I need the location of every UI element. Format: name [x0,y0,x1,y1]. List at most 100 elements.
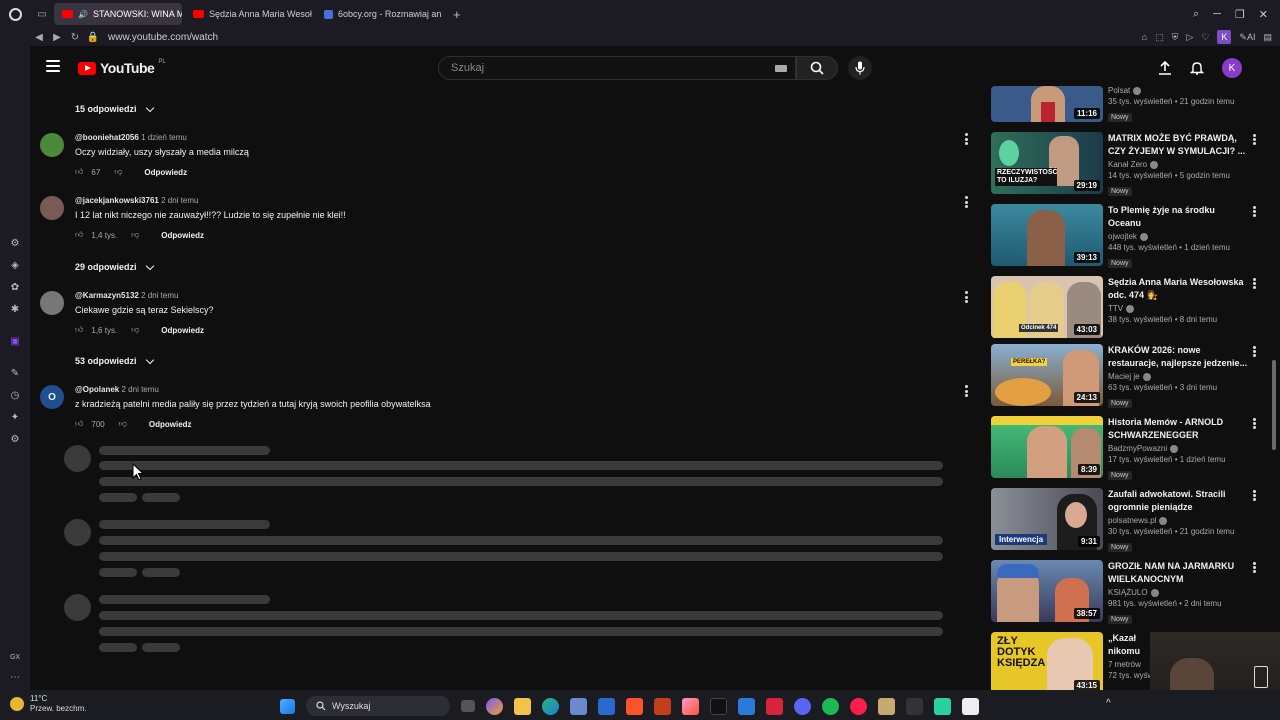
voice-search-button[interactable] [848,56,872,80]
view-replies-button[interactable]: 29 odpowiedzi [75,261,154,272]
youtube-logo[interactable]: YouTube PL [78,59,166,76]
avatar[interactable] [40,291,64,315]
scrollbar[interactable] [1272,360,1276,450]
profile-badge[interactable]: K [1217,30,1232,44]
file-explorer-icon[interactable] [514,697,531,715]
new-tab-button[interactable]: + [447,7,467,22]
video-menu-icon[interactable] [1253,206,1256,217]
wps-icon[interactable] [766,697,783,715]
gx-hotbar-icon[interactable]: ✱ [8,302,22,316]
tab-0[interactable]: 🔊 STANOWSKI: WINA M [54,3,182,25]
task-view-icon[interactable] [461,700,475,712]
comment-author[interactable]: @Opolanek [75,385,119,394]
edge-icon[interactable] [542,697,559,715]
dislike-icon[interactable]: 👎︎ [114,167,122,177]
video-title[interactable]: Zaufali adwokatowi. Stracili ogromnie pi… [1108,488,1248,514]
video-menu-icon[interactable] [1253,346,1256,357]
search-input[interactable]: Szukaj [438,56,796,80]
video-thumbnail[interactable]: Interwencja 9:31 [991,488,1103,550]
back-icon[interactable]: ◀ [30,32,48,43]
channel-label[interactable]: ojwojtek [1108,232,1137,241]
recommendation-item[interactable]: Interwencja 9:31 Zaufali adwokatowi. Str… [991,488,1271,552]
store-icon[interactable] [570,697,587,715]
video-menu-icon[interactable] [1253,418,1256,429]
dislike-icon[interactable]: 👎︎ [119,419,127,429]
search-button[interactable] [796,56,838,80]
like-icon[interactable]: 👍︎ [75,230,83,240]
tray-chevron-icon[interactable]: ^ [1106,698,1111,709]
gx-cleaner-icon[interactable]: ✿ [8,280,22,294]
channel-label[interactable]: 7 metrów [1108,660,1141,669]
view-replies-button[interactable]: 15 odpowiedzi [75,103,154,114]
brave-icon[interactable] [626,697,643,715]
search-tabs-icon[interactable]: ⌕ [1193,8,1199,21]
shield-icon[interactable]: ⛨ [1172,32,1179,43]
opera-gx-icon[interactable] [850,697,867,715]
video-thumbnail[interactable]: Odcinek 474 43:03 [991,276,1103,338]
reply-button[interactable]: Odpowiedz [161,231,204,240]
powerpoint-icon[interactable] [654,697,671,715]
reply-button[interactable]: Odpowiedz [161,326,204,335]
recommendation-item[interactable]: 8:39 Historia Memów - ARNOLD SCHWARZENEG… [991,416,1271,480]
gx-control-icon[interactable]: ⚙ [8,236,22,250]
comment-author[interactable]: @booniehat2056 [75,133,139,142]
recommendation-item[interactable]: RZECZYWISTOŚĆ TO ILUZJA? 29:19 MATRIX MO… [991,132,1271,196]
tab-2[interactable]: 6obcy.org - Rozmawiaj an [316,3,444,25]
recommendation-item[interactable]: 11:16 Polsat 35 tys. wyświetleń • 21 god… [991,86,1271,126]
video-thumbnail[interactable]: 8:39 [991,416,1103,478]
avatar[interactable]: O [40,385,64,409]
comment-menu-icon[interactable] [965,291,969,303]
taskbar-search[interactable]: Wyszukaj [306,696,450,716]
video-menu-icon[interactable] [1253,134,1256,145]
video-thumbnail[interactable]: 38:57 [991,560,1103,622]
comment-time[interactable]: 2 dni temu [161,196,198,205]
app-green-icon[interactable] [934,697,951,715]
like-icon[interactable]: 👍︎ [75,167,83,177]
copilot-icon[interactable] [486,697,503,715]
close-icon[interactable]: ✕ [1259,8,1268,21]
video-title[interactable]: MATRIX MOŻE BYĆ PRAWDĄ, CZY ŻYJEMY W SYM… [1108,132,1248,158]
screenshot-icon[interactable]: ⬚ [1155,32,1164,43]
settings-icon[interactable]: ⚙ [8,432,22,446]
comment-time[interactable]: 2 dni temu [141,291,178,300]
keyboard-icon[interactable] [775,65,787,72]
epic-games-icon[interactable] [906,697,923,715]
video-title[interactable]: Historia Memów - ARNOLD SCHWARZENEGGER [1108,416,1248,442]
video-title[interactable]: Sędzia Anna Maria Wesołowska odc. 474 👩‍… [1108,276,1248,302]
reload-icon[interactable]: ↻ [66,32,84,43]
history-icon[interactable]: ◷ [8,388,22,402]
comment-time[interactable]: 2 dni temu [122,385,159,394]
channel-label[interactable]: Kanał Zero [1108,160,1147,169]
url-field[interactable]: www.youtube.com/watch [108,32,218,43]
upload-icon[interactable] [1158,61,1172,75]
gx-tool-icon[interactable]: ✎ [8,366,22,380]
spotify-icon[interactable] [822,697,839,715]
like-icon[interactable]: 👍︎ [75,419,83,429]
mail-icon[interactable] [598,697,615,715]
minimize-icon[interactable]: ─ [1213,8,1221,21]
channel-label[interactable]: Maciej je [1108,372,1140,381]
video-title[interactable]: „Kazał nikomu [1108,632,1148,658]
app-icon[interactable] [738,697,755,715]
cast-icon[interactable]: ▷ [1186,32,1193,43]
comment-author[interactable]: @jacekjankowski3761 [75,196,159,205]
avatar[interactable] [40,133,64,157]
tab-1[interactable]: Sędzia Anna Maria Wesoł [185,3,313,25]
twitch-icon[interactable]: ▣ [8,334,22,348]
recommendation-item[interactable]: PEREŁKA? 24:13 KRAKÓW 2026: nowe restaur… [991,344,1271,408]
weather-widget[interactable]: 11°C Przew. bezchm. [10,694,86,714]
avatar[interactable] [40,196,64,220]
gx-corner-icon[interactable]: ◈ [8,258,22,272]
view-replies-button[interactable]: 53 odpowiedzi [75,355,154,366]
ubisoft-icon[interactable] [962,697,979,715]
channel-label[interactable]: Polsat [1108,86,1130,95]
video-thumbnail[interactable]: RZECZYWISTOŚĆ TO ILUZJA? 29:19 [991,132,1103,194]
account-avatar[interactable]: K [1222,58,1242,78]
recommendation-item[interactable]: Odcinek 474 43:03 Sędzia Anna Maria Weso… [991,276,1271,338]
dislike-icon[interactable]: 👎︎ [131,325,139,335]
video-menu-icon[interactable] [1253,490,1256,501]
video-title[interactable]: To Plemię żyje na środku Oceanu [1108,204,1248,230]
comment-menu-icon[interactable] [965,196,969,208]
comment-author[interactable]: @Karmazyn5132 [75,291,139,300]
channel-label[interactable]: KSIĄŻULO [1108,588,1148,597]
